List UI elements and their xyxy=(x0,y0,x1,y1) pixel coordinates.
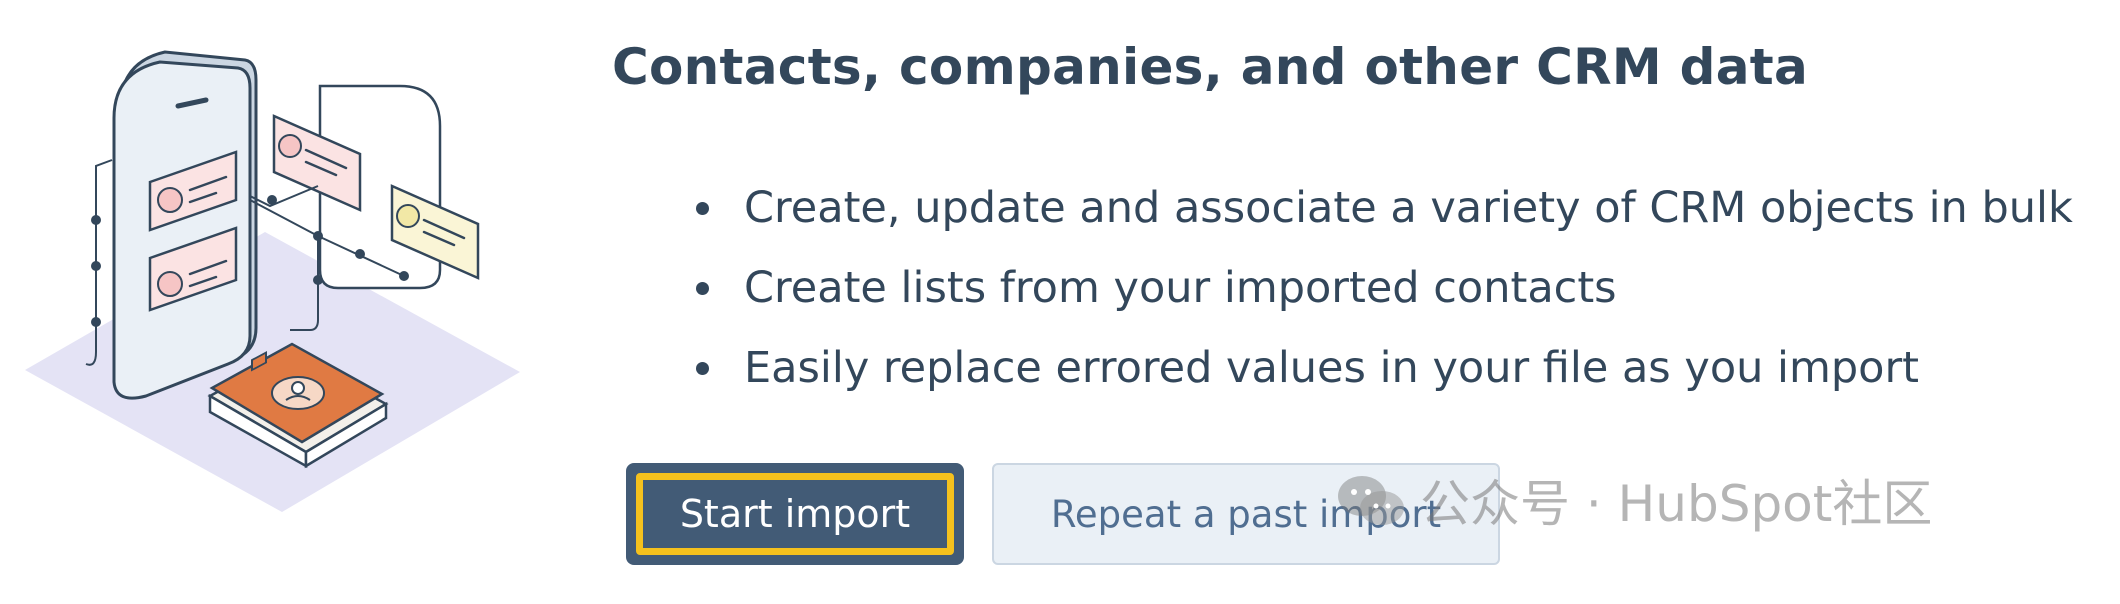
page-title: Contacts, companies, and other CRM data xyxy=(612,38,1809,96)
start-import-button[interactable]: Start import xyxy=(626,463,964,565)
start-import-label: Start import xyxy=(636,473,954,555)
repeat-past-import-button[interactable]: Repeat a past import xyxy=(992,463,1500,565)
crm-phone-illustration xyxy=(0,0,560,600)
list-item-text: Create lists from your imported contacts xyxy=(744,263,1617,313)
repeat-past-import-label: Repeat a past import xyxy=(1050,492,1442,536)
list-item: Create, update and associate a variety o… xyxy=(690,168,2073,248)
list-item-text: Easily replace errored values in your fi… xyxy=(744,343,1920,393)
bullet-icon xyxy=(696,282,709,295)
bullet-icon xyxy=(696,202,709,215)
feature-list: Create, update and associate a variety o… xyxy=(690,168,2073,408)
list-item: Create lists from your imported contacts xyxy=(690,248,2073,328)
list-item: Easily replace errored values in your fi… xyxy=(690,328,2073,408)
list-item-text: Create, update and associate a variety o… xyxy=(744,183,2073,233)
bullet-icon xyxy=(696,362,709,375)
